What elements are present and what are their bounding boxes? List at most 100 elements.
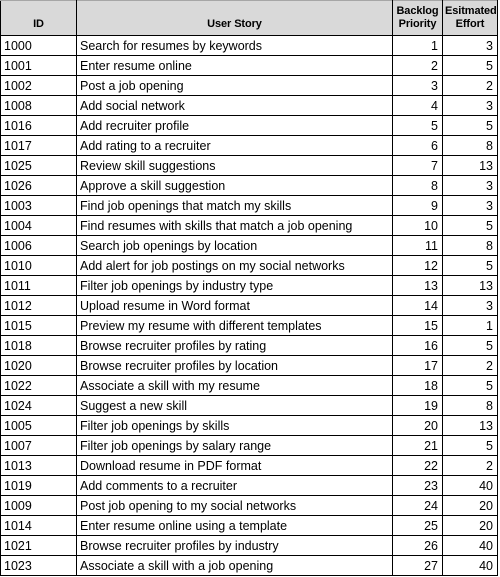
cell-user-story[interactable]: Add alert for job postings on my social …	[76, 255, 393, 276]
table-row[interactable]: 1010 Add alert for job postings on my soc…	[0, 255, 498, 276]
cell-id[interactable]: 1012	[0, 295, 77, 316]
cell-id[interactable]: 1017	[0, 135, 77, 156]
cell-user-story[interactable]: Enter resume online using a template	[76, 515, 393, 536]
table-row[interactable]: 1021 Browse recruiter profiles by industr…	[0, 535, 498, 556]
cell-user-story[interactable]: Suggest a new skill	[76, 395, 393, 416]
cell-user-story[interactable]: Approve a skill suggestion	[76, 175, 393, 196]
cell-user-story[interactable]: Add recruiter profile	[76, 115, 393, 136]
cell-estimated-effort[interactable]: 2	[442, 455, 498, 476]
cell-estimated-effort[interactable]: 3	[442, 35, 498, 56]
cell-id[interactable]: 1025	[0, 155, 77, 176]
cell-user-story[interactable]: Filter job openings by industry type	[76, 275, 393, 296]
table-row[interactable]: 1011 Filter job openings by industry type…	[0, 275, 498, 296]
cell-id[interactable]: 1018	[0, 335, 77, 356]
cell-estimated-effort[interactable]: 13	[442, 155, 498, 176]
cell-backlog-priority[interactable]: 5	[392, 115, 443, 136]
cell-user-story[interactable]: Browse recruiter profiles by location	[76, 355, 393, 376]
cell-estimated-effort[interactable]: 2	[442, 75, 498, 96]
cell-estimated-effort[interactable]: 5	[442, 215, 498, 236]
cell-id[interactable]: 1013	[0, 455, 77, 476]
column-header-backlog-priority[interactable]: Backlog Priority	[392, 0, 443, 36]
cell-id[interactable]: 1006	[0, 235, 77, 256]
table-row[interactable]: 1009 Post job opening to my social networ…	[0, 495, 498, 516]
cell-estimated-effort[interactable]: 3	[442, 295, 498, 316]
cell-id[interactable]: 1021	[0, 535, 77, 556]
cell-id[interactable]: 1015	[0, 315, 77, 336]
table-row[interactable]: 1026 Approve a skill suggestion 8 3	[0, 175, 498, 196]
table-row[interactable]: 1025 Review skill suggestions 7 13	[0, 155, 498, 176]
cell-user-story[interactable]: Upload resume in Word format	[76, 295, 393, 316]
cell-user-story[interactable]: Browse recruiter profiles by industry	[76, 535, 393, 556]
cell-user-story[interactable]: Post a job opening	[76, 75, 393, 96]
cell-id[interactable]: 1022	[0, 375, 77, 396]
cell-user-story[interactable]: Browse recruiter profiles by rating	[76, 335, 393, 356]
cell-backlog-priority[interactable]: 25	[392, 515, 443, 536]
table-row[interactable]: 1004 Find resumes with skills that match …	[0, 215, 498, 236]
cell-backlog-priority[interactable]: 15	[392, 315, 443, 336]
cell-estimated-effort[interactable]: 8	[442, 235, 498, 256]
cell-user-story[interactable]: Post job opening to my social networks	[76, 495, 393, 516]
column-header-id[interactable]: ID	[0, 0, 77, 36]
table-row[interactable]: 1017 Add rating to a recruiter 6 8	[0, 135, 498, 156]
cell-estimated-effort[interactable]: 13	[442, 415, 498, 436]
cell-estimated-effort[interactable]: 5	[442, 335, 498, 356]
cell-user-story[interactable]: Add rating to a recruiter	[76, 135, 393, 156]
cell-estimated-effort[interactable]: 5	[442, 55, 498, 76]
table-row[interactable]: 1001 Enter resume online 2 5	[0, 55, 498, 76]
table-row[interactable]: 1019 Add comments to a recruiter 23 40	[0, 475, 498, 496]
cell-backlog-priority[interactable]: 9	[392, 195, 443, 216]
column-header-estimated-effort[interactable]: Esitmated Effort	[442, 0, 498, 36]
table-row[interactable]: 1003 Find job openings that match my skil…	[0, 195, 498, 216]
cell-id[interactable]: 1011	[0, 275, 77, 296]
cell-backlog-priority[interactable]: 27	[392, 555, 443, 576]
cell-user-story[interactable]: Filter job openings by skills	[76, 415, 393, 436]
cell-estimated-effort[interactable]: 20	[442, 515, 498, 536]
table-row[interactable]: 1023 Associate a skill with a job opening…	[0, 555, 498, 576]
cell-backlog-priority[interactable]: 3	[392, 75, 443, 96]
cell-id[interactable]: 1004	[0, 215, 77, 236]
cell-user-story[interactable]: Filter job openings by salary range	[76, 435, 393, 456]
cell-id[interactable]: 1024	[0, 395, 77, 416]
cell-user-story[interactable]: Enter resume online	[76, 55, 393, 76]
cell-estimated-effort[interactable]: 1	[442, 315, 498, 336]
cell-id[interactable]: 1010	[0, 255, 77, 276]
cell-id[interactable]: 1023	[0, 555, 77, 576]
cell-id[interactable]: 1019	[0, 475, 77, 496]
table-row[interactable]: 1016 Add recruiter profile 5 5	[0, 115, 498, 136]
cell-user-story[interactable]: Associate a skill with my resume	[76, 375, 393, 396]
cell-backlog-priority[interactable]: 18	[392, 375, 443, 396]
cell-backlog-priority[interactable]: 11	[392, 235, 443, 256]
cell-estimated-effort[interactable]: 3	[442, 195, 498, 216]
cell-estimated-effort[interactable]: 2	[442, 355, 498, 376]
table-row[interactable]: 1002 Post a job opening 3 2	[0, 75, 498, 96]
cell-id[interactable]: 1003	[0, 195, 77, 216]
table-row[interactable]: 1006 Search job openings by location 11 8	[0, 235, 498, 256]
cell-user-story[interactable]: Associate a skill with a job opening	[76, 555, 393, 576]
cell-estimated-effort[interactable]: 3	[442, 175, 498, 196]
cell-backlog-priority[interactable]: 10	[392, 215, 443, 236]
cell-backlog-priority[interactable]: 17	[392, 355, 443, 376]
table-row[interactable]: 1018 Browse recruiter profiles by rating 1…	[0, 335, 498, 356]
cell-user-story[interactable]: Find job openings that match my skills	[76, 195, 393, 216]
table-row[interactable]: 1007 Filter job openings by salary range 2…	[0, 435, 498, 456]
cell-id[interactable]: 1005	[0, 415, 77, 436]
cell-backlog-priority[interactable]: 19	[392, 395, 443, 416]
cell-id[interactable]: 1008	[0, 95, 77, 116]
cell-id[interactable]: 1009	[0, 495, 77, 516]
table-row[interactable]: 1008 Add social network 4 3	[0, 95, 498, 116]
cell-backlog-priority[interactable]: 8	[392, 175, 443, 196]
cell-estimated-effort[interactable]: 13	[442, 275, 498, 296]
cell-estimated-effort[interactable]: 40	[442, 555, 498, 576]
cell-id[interactable]: 1014	[0, 515, 77, 536]
cell-estimated-effort[interactable]: 20	[442, 495, 498, 516]
cell-backlog-priority[interactable]: 6	[392, 135, 443, 156]
cell-backlog-priority[interactable]: 20	[392, 415, 443, 436]
cell-id[interactable]: 1016	[0, 115, 77, 136]
cell-estimated-effort[interactable]: 8	[442, 135, 498, 156]
cell-backlog-priority[interactable]: 23	[392, 475, 443, 496]
cell-id[interactable]: 1026	[0, 175, 77, 196]
cell-id[interactable]: 1007	[0, 435, 77, 456]
table-row[interactable]: 1020 Browse recruiter profiles by locatio…	[0, 355, 498, 376]
cell-estimated-effort[interactable]: 40	[442, 535, 498, 556]
table-row[interactable]: 1012 Upload resume in Word format 14 3	[0, 295, 498, 316]
